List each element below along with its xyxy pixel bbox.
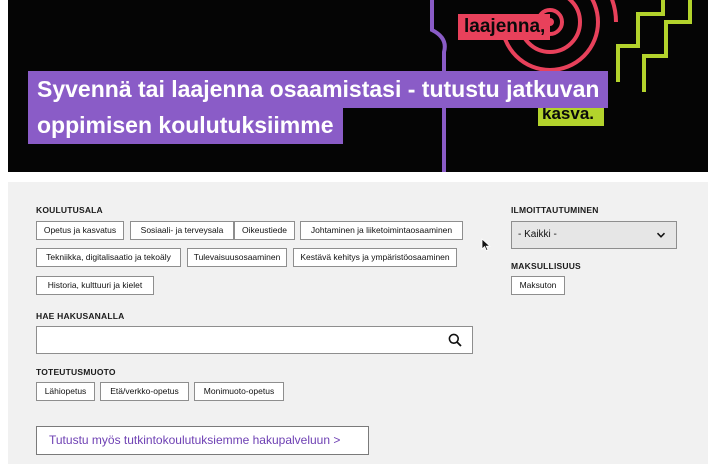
chip-johtaminen-ja-liiketoimintaosaaminen[interactable]: Johtaminen ja liiketoimintaosaaminen bbox=[300, 221, 463, 240]
search-label: HAE HAKUSANALLA bbox=[36, 311, 125, 321]
chip-lahiopetus[interactable]: Lähiopetus bbox=[36, 382, 95, 401]
chip-kestava-kehitys-ja-ymparistoosaaminen[interactable]: Kestävä kehitys ja ympäristöosaaminen bbox=[293, 248, 457, 267]
koulutusala-label: KOULUTUSALA bbox=[36, 205, 103, 215]
chip-tulevaisuusosaaminen[interactable]: Tulevaisuusosaaminen bbox=[187, 248, 287, 267]
mouse-cursor-icon bbox=[481, 238, 491, 252]
chip-sosiaali-ja-terveysala[interactable]: Sosiaali- ja terveysala bbox=[130, 221, 234, 240]
chip-monimuoto-opetus[interactable]: Monimuoto-opetus bbox=[194, 382, 284, 401]
maksullisuus-label: MAKSULLISUUS bbox=[511, 261, 581, 271]
hero-banner: laajenna, kasva. Syvennä tai laajenna os… bbox=[8, 0, 708, 172]
tutkintokoulutus-link[interactable]: Tutustu myös tutkintokoulutuksiemme haku… bbox=[36, 426, 369, 455]
page-title: Syvennä tai laajenna osaamistasi - tutus… bbox=[28, 71, 668, 144]
search-field[interactable] bbox=[36, 326, 473, 354]
toteutusmuoto-label: TOTEUTUSMUOTO bbox=[36, 367, 116, 377]
ilmoittautuminen-label: ILMOITTAUTUMINEN bbox=[511, 205, 599, 215]
search-icon[interactable] bbox=[448, 333, 462, 347]
chip-historia-kulttuuri-ja-kielet[interactable]: Historia, kulttuuri ja kielet bbox=[36, 276, 154, 295]
hero-tag-laajenna: laajenna, bbox=[458, 14, 550, 40]
chip-tekniikka-digitalisaatio-ja-tekoaly[interactable]: Tekniikka, digitalisaatio ja tekoäly bbox=[36, 248, 181, 267]
search-input[interactable] bbox=[37, 327, 437, 353]
filter-panel: KOULUTUSALA Opetus ja kasvatus Sosiaali-… bbox=[8, 182, 708, 464]
ilmoittautuminen-selected: - Kaikki - bbox=[518, 229, 557, 240]
chip-opetus-ja-kasvatus[interactable]: Opetus ja kasvatus bbox=[36, 221, 124, 240]
chip-maksuton[interactable]: Maksuton bbox=[511, 276, 565, 295]
ilmoittautuminen-select[interactable]: - Kaikki - bbox=[511, 221, 677, 249]
chip-oikeustiede[interactable]: Oikeustiede bbox=[234, 221, 295, 240]
chevron-down-icon bbox=[656, 232, 666, 238]
chip-eta-verkko-opetus[interactable]: Etä/verkko-opetus bbox=[100, 382, 189, 401]
